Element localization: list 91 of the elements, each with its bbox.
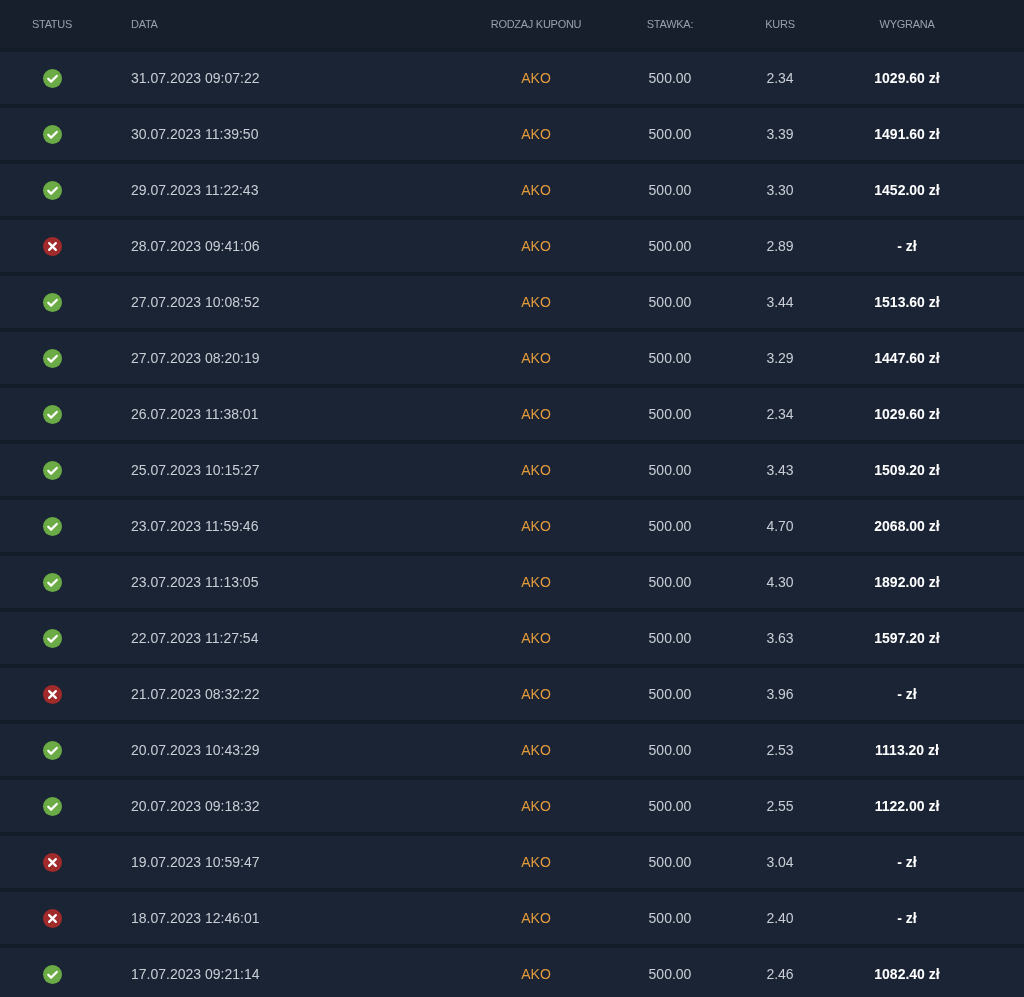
winnings-cell-text: 1122.00 zł [874, 796, 940, 816]
winnings-cell-text: 1491.60 zł [874, 124, 940, 144]
odds-cell-text: 3.30 [766, 180, 794, 200]
date-cell-text: 19.07.2023 10:59:47 [131, 852, 260, 872]
date-cell-text: 18.07.2023 12:46:01 [131, 908, 260, 928]
column-header: STATUS [31, 16, 73, 32]
odds-cell-text: 2.40 [766, 908, 794, 928]
date-cell-text: 28.07.2023 09:41:06 [131, 236, 260, 256]
odds-cell-text: 3.29 [766, 348, 794, 368]
coupon-type-cell-text: AKO [521, 516, 551, 536]
winnings-cell-text: 1513.60 zł [874, 292, 940, 312]
winnings-cell-text: 1509.20 zł [874, 460, 940, 480]
date-cell-text: 30.07.2023 11:39:50 [131, 124, 259, 144]
stake-cell-text: 500.00 [648, 124, 692, 144]
stake-cell-text: 500.00 [648, 404, 692, 424]
stake-cell-text: 500.00 [648, 236, 692, 256]
odds-cell-text: 2.46 [766, 964, 794, 984]
stake-cell-text: 500.00 [648, 572, 692, 592]
winnings-cell-text: 1447.60 zł [874, 348, 940, 368]
coupon-type-cell-text: AKO [521, 740, 551, 760]
coupon-type-cell-text: AKO [521, 572, 551, 592]
odds-cell-text: 2.34 [766, 404, 794, 424]
winnings-cell-text: - zł [897, 908, 917, 928]
winnings-cell-text: 1892.00 zł [874, 572, 940, 592]
odds-cell-text: 4.70 [766, 516, 794, 536]
winnings-cell-text: 1029.60 zł [874, 404, 940, 424]
winnings-cell-text: - zł [897, 236, 917, 256]
odds-cell-text: 4.30 [766, 572, 794, 592]
date-cell-text: 26.07.2023 11:38:01 [131, 404, 259, 424]
date-cell-text: 17.07.2023 09:21:14 [131, 964, 260, 984]
date-cell-text: 29.07.2023 11:22:43 [131, 180, 259, 200]
winnings-cell-text: 2068.00 zł [874, 516, 940, 536]
date-cell-text: 27.07.2023 08:20:19 [131, 348, 260, 368]
stake-cell-text: 500.00 [648, 964, 692, 984]
stake-cell-text: 500.00 [648, 628, 692, 648]
odds-cell-text: 2.53 [766, 740, 794, 760]
coupon-type-cell-text: AKO [521, 68, 551, 88]
column-header: WYGRANA [879, 16, 935, 32]
odds-cell-text: 3.96 [766, 684, 794, 704]
stake-cell-text: 500.00 [648, 292, 692, 312]
odds-cell-text: 3.04 [766, 852, 794, 872]
column-header: DATA [131, 16, 158, 32]
date-cell-text: 20.07.2023 10:43:29 [131, 740, 260, 760]
stake-cell-text: 500.00 [648, 68, 692, 88]
coupon-type-cell-text: AKO [521, 964, 551, 984]
date-cell-text: 25.07.2023 10:15:27 [131, 460, 260, 480]
date-cell-text: 23.07.2023 11:13:05 [131, 572, 259, 592]
date-cell-text: 21.07.2023 08:32:22 [131, 684, 260, 704]
coupon-type-cell-text: AKO [521, 404, 551, 424]
winnings-cell-text: 1029.60 zł [874, 68, 940, 88]
odds-cell-text: 2.55 [766, 796, 794, 816]
coupon-type-cell-text: AKO [521, 236, 551, 256]
odds-cell-text: 3.43 [766, 460, 794, 480]
column-header: RODZAJ KUPONU [490, 16, 582, 32]
coupon-type-cell-text: AKO [521, 684, 551, 704]
stake-cell-text: 500.00 [648, 460, 692, 480]
stake-cell-text: 500.00 [648, 796, 692, 816]
odds-cell-text: 3.63 [766, 628, 794, 648]
winnings-cell-text: 1597.20 zł [874, 628, 940, 648]
coupon-type-cell-text: AKO [521, 348, 551, 368]
coupon-type-cell-text: AKO [521, 908, 551, 928]
stake-cell-text: 500.00 [648, 740, 692, 760]
column-header: STAWKA: [646, 16, 694, 32]
stake-cell-text: 500.00 [648, 516, 692, 536]
stake-cell-text: 500.00 [648, 908, 692, 928]
stake-cell-text: 500.00 [648, 348, 692, 368]
date-cell-text: 27.07.2023 10:08:52 [131, 292, 260, 312]
coupon-type-cell-text: AKO [521, 292, 551, 312]
odds-cell-text: 3.39 [766, 124, 794, 144]
column-header: KURS [765, 16, 795, 32]
stake-cell-text: 500.00 [648, 180, 692, 200]
odds-cell-text: 2.34 [766, 68, 794, 88]
stake-cell-text: 500.00 [648, 684, 692, 704]
coupon-type-cell-text: AKO [521, 124, 551, 144]
winnings-cell-text: - zł [897, 684, 917, 704]
coupon-type-cell-text: AKO [521, 628, 551, 648]
date-cell-text: 22.07.2023 11:27:54 [131, 628, 259, 648]
winnings-cell-text: - zł [897, 852, 917, 872]
date-cell-text: 31.07.2023 09:07:22 [131, 68, 260, 88]
winnings-cell-text: 1113.20 zł [875, 740, 939, 760]
coupon-type-cell-text: AKO [521, 180, 551, 200]
odds-cell-text: 2.89 [766, 236, 794, 256]
coupon-type-cell-text: AKO [521, 852, 551, 872]
date-cell-text: 20.07.2023 09:18:32 [131, 796, 260, 816]
stake-cell-text: 500.00 [648, 852, 692, 872]
coupon-type-cell-text: AKO [521, 796, 551, 816]
odds-cell-text: 3.44 [766, 292, 794, 312]
date-cell-text: 23.07.2023 11:59:46 [131, 516, 259, 536]
coupon-type-cell-text: AKO [521, 460, 551, 480]
winnings-cell-text: 1452.00 zł [874, 180, 940, 200]
winnings-cell-text: 1082.40 zł [874, 964, 940, 984]
